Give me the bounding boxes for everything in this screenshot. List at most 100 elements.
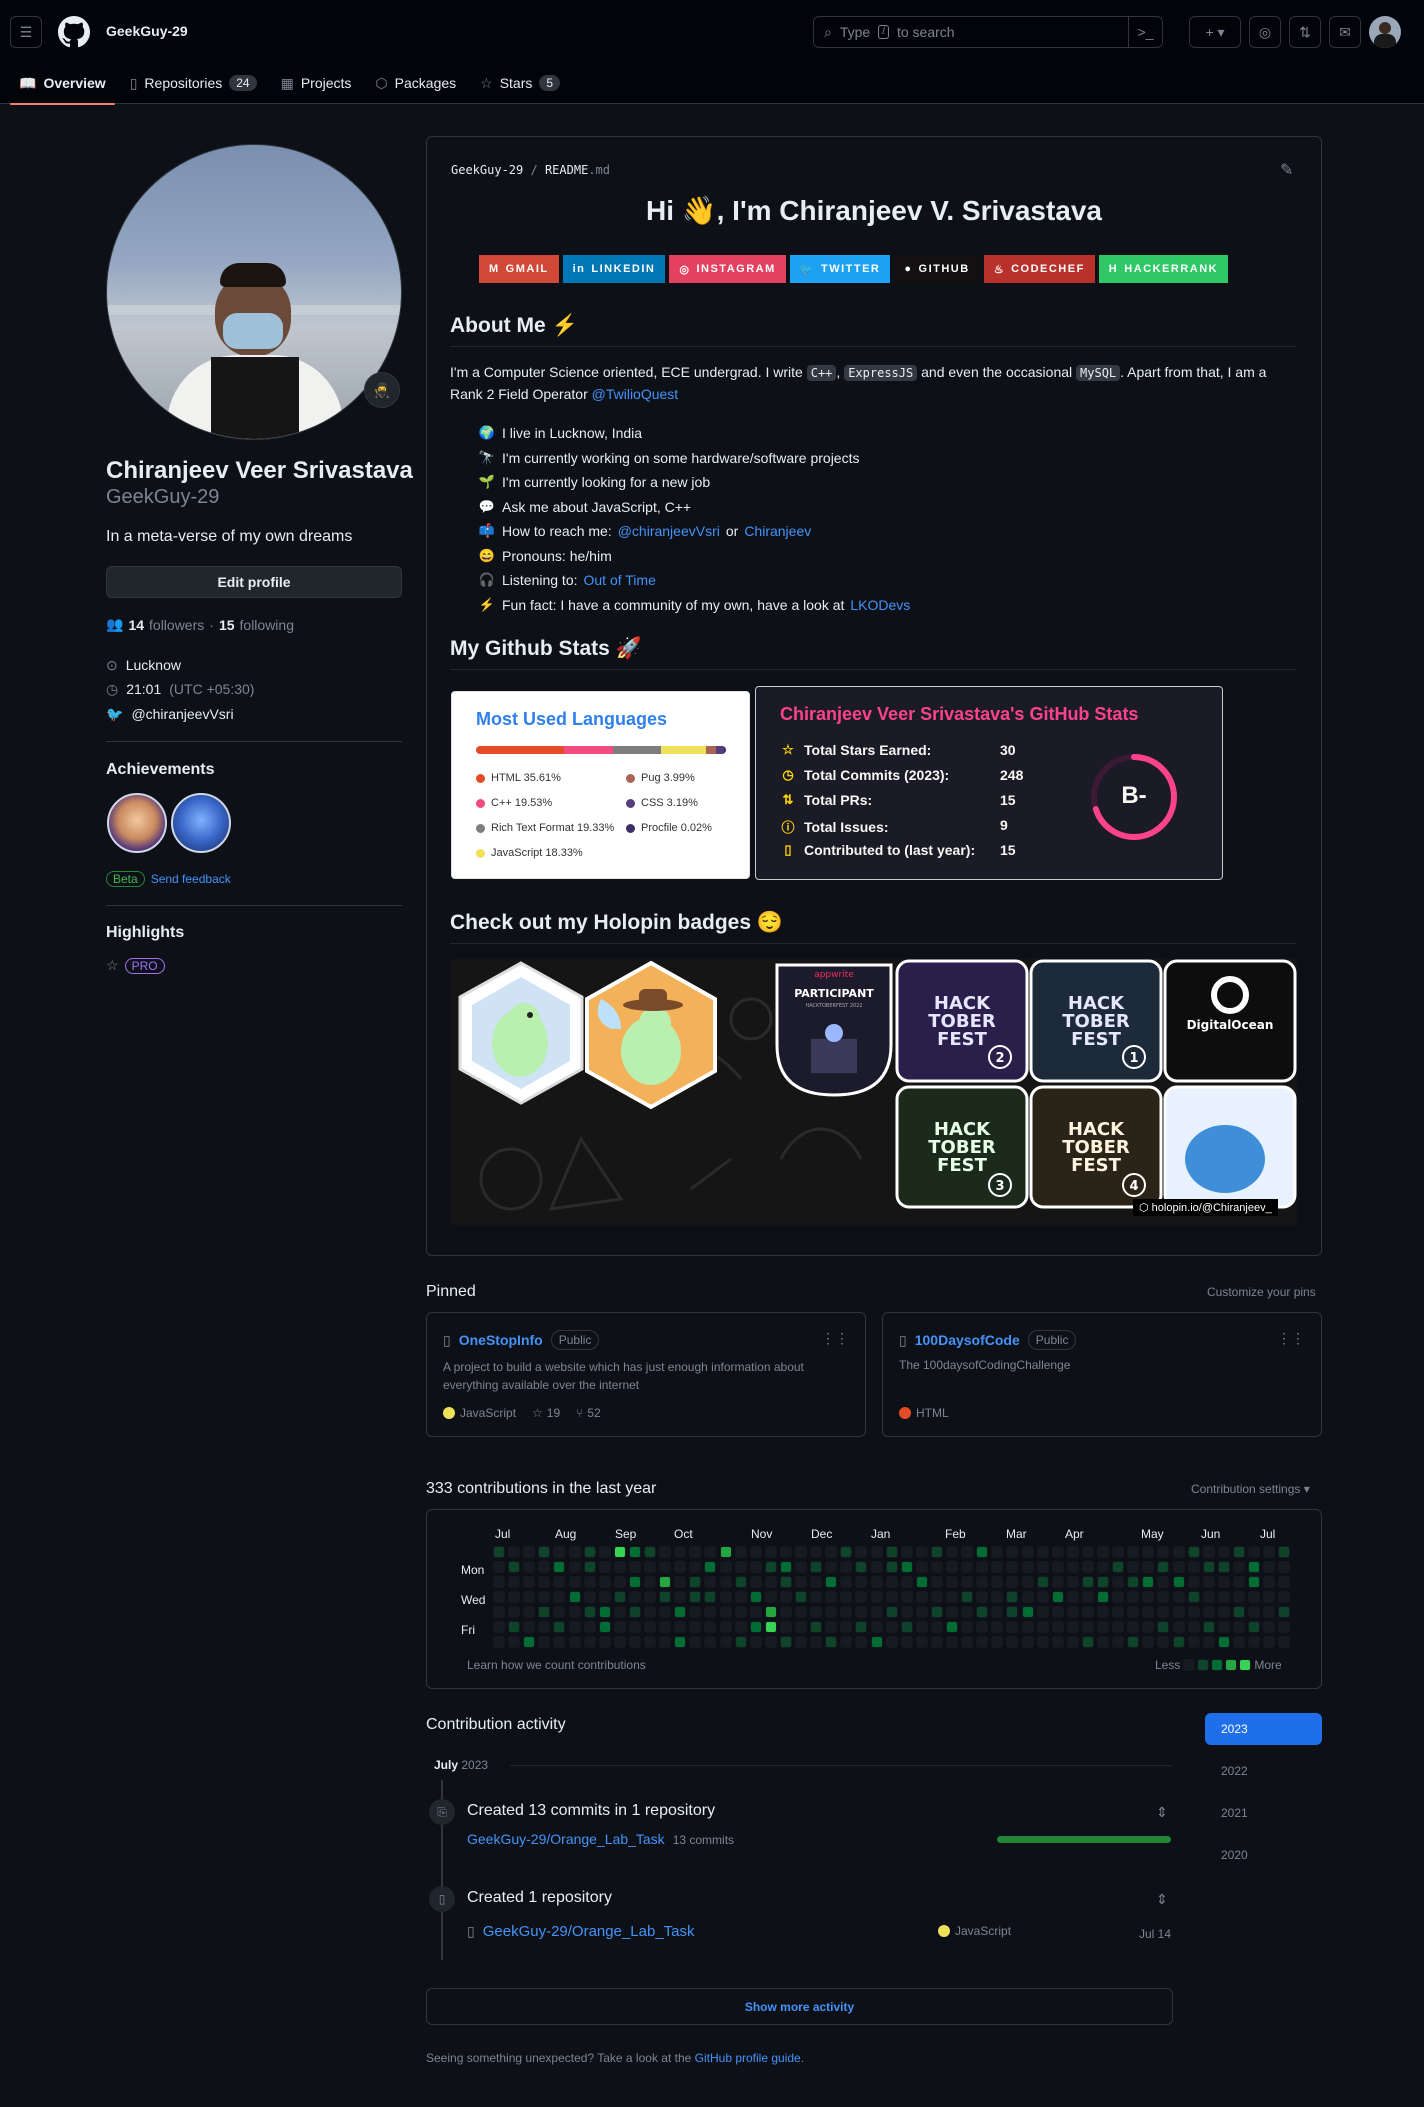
contribution-day-cell[interactable] — [508, 1636, 521, 1648]
contribution-day-cell[interactable] — [1278, 1561, 1291, 1573]
contribution-day-cell[interactable] — [825, 1561, 838, 1573]
contribution-day-cell[interactable] — [1021, 1621, 1034, 1633]
contribution-day-cell[interactable] — [493, 1576, 505, 1588]
codechef-badge[interactable]: ♨ CODECHEF — [983, 255, 1095, 283]
contribution-day-cell[interactable] — [1263, 1606, 1276, 1618]
contribution-day-cell[interactable] — [915, 1546, 928, 1558]
contribution-day-cell[interactable] — [1248, 1621, 1260, 1633]
pull-requests-icon[interactable]: ⇅ — [1289, 16, 1321, 48]
search-input[interactable]: ⌕ Type / to search >_ — [813, 16, 1163, 48]
most-used-languages-card[interactable]: Most Used Languages HTML 35.61% Pug 3.99… — [451, 691, 750, 879]
github-badge[interactable]: ● GITHUB — [894, 255, 980, 283]
contribution-day-cell[interactable] — [1081, 1576, 1094, 1588]
twitter-handle[interactable]: @chiranjeevVsri — [131, 706, 233, 723]
twilioquest-link[interactable]: @TwilioQuest — [592, 386, 679, 402]
year-button-2022[interactable]: 2022 — [1205, 1755, 1322, 1787]
collapse-icon[interactable]: ⇕ — [1156, 1804, 1168, 1821]
context-username[interactable]: GeekGuy-29 — [106, 23, 188, 39]
contribution-day-cell[interactable] — [840, 1606, 853, 1618]
contribution-day-cell[interactable] — [628, 1546, 641, 1558]
contribution-day-cell[interactable] — [779, 1636, 792, 1648]
instagram-badge[interactable]: ◎ INSTAGRAM — [669, 255, 786, 283]
contribution-day-cell[interactable] — [583, 1606, 596, 1618]
contribution-day-cell[interactable] — [764, 1606, 777, 1618]
contribution-day-cell[interactable] — [674, 1621, 687, 1633]
contribution-day-cell[interactable] — [1051, 1561, 1064, 1573]
contribution-day-cell[interactable] — [840, 1546, 853, 1558]
contribution-day-cell[interactable] — [1081, 1546, 1094, 1558]
contribution-day-cell[interactable] — [1112, 1621, 1125, 1633]
contribution-day-cell[interactable] — [855, 1636, 868, 1648]
contribution-day-cell[interactable] — [1066, 1621, 1079, 1633]
contribution-day-cell[interactable] — [1172, 1621, 1185, 1633]
contribution-day-cell[interactable] — [659, 1636, 672, 1648]
contribution-day-cell[interactable] — [915, 1561, 928, 1573]
contribution-day-cell[interactable] — [779, 1606, 792, 1618]
contribution-day-cell[interactable] — [1263, 1636, 1276, 1648]
contribution-day-cell[interactable] — [1248, 1591, 1260, 1603]
contribution-day-cell[interactable] — [508, 1561, 521, 1573]
contribution-day-cell[interactable] — [1248, 1561, 1260, 1573]
contribution-day-cell[interactable] — [885, 1561, 898, 1573]
contribution-day-cell[interactable] — [946, 1606, 958, 1618]
contribution-day-cell[interactable] — [1217, 1606, 1230, 1618]
followers-count[interactable]: 14 — [128, 617, 144, 633]
contribution-day-cell[interactable] — [689, 1561, 702, 1573]
contribution-day-cell[interactable] — [840, 1591, 853, 1603]
contribution-day-cell[interactable] — [1051, 1636, 1064, 1648]
contribution-day-cell[interactable] — [810, 1576, 823, 1588]
contribution-day-cell[interactable] — [749, 1591, 762, 1603]
commits-summary[interactable]: Created 13 commits in 1 repository — [467, 1802, 715, 1820]
contribution-day-cell[interactable] — [719, 1591, 732, 1603]
contribution-day-cell[interactable] — [1172, 1591, 1185, 1603]
contribution-day-cell[interactable] — [976, 1576, 989, 1588]
contribution-day-cell[interactable] — [493, 1561, 505, 1573]
contribution-day-cell[interactable] — [1157, 1606, 1170, 1618]
contribution-day-cell[interactable] — [1142, 1636, 1155, 1648]
contribution-day-cell[interactable] — [885, 1576, 898, 1588]
contribution-day-cell[interactable] — [1263, 1561, 1276, 1573]
contribution-day-cell[interactable] — [674, 1606, 687, 1618]
contribution-day-cell[interactable] — [659, 1576, 672, 1588]
dino-badge-cowboy[interactable] — [581, 959, 721, 1111]
contribution-day-cell[interactable] — [1278, 1576, 1291, 1588]
contribution-day-cell[interactable] — [900, 1561, 913, 1573]
contribution-day-cell[interactable] — [538, 1561, 551, 1573]
contribution-day-cell[interactable] — [644, 1576, 656, 1588]
contribution-day-cell[interactable] — [1021, 1591, 1034, 1603]
contribution-day-cell[interactable] — [583, 1636, 596, 1648]
contribution-day-cell[interactable] — [1202, 1636, 1215, 1648]
contribution-day-cell[interactable] — [1021, 1546, 1034, 1558]
contribution-day-cell[interactable] — [1127, 1636, 1140, 1648]
contribution-day-cell[interactable] — [538, 1546, 551, 1558]
contribution-day-cell[interactable] — [523, 1636, 536, 1648]
contribution-day-cell[interactable] — [689, 1591, 702, 1603]
contribution-day-cell[interactable] — [583, 1561, 596, 1573]
contribution-day-cell[interactable] — [674, 1576, 687, 1588]
followers-label[interactable]: followers — [149, 617, 204, 633]
contribution-day-cell[interactable] — [1006, 1576, 1019, 1588]
contribution-day-cell[interactable] — [840, 1621, 853, 1633]
edit-profile-button[interactable]: Edit profile — [106, 566, 402, 598]
contribution-day-cell[interactable] — [900, 1591, 913, 1603]
contribution-day-cell[interactable] — [961, 1636, 974, 1648]
contribution-day-cell[interactable] — [1157, 1561, 1170, 1573]
contribution-day-cell[interactable] — [810, 1546, 823, 1558]
achievement-badge-yolo[interactable] — [107, 793, 167, 853]
contribution-day-cell[interactable] — [1006, 1606, 1019, 1618]
contribution-day-cell[interactable] — [1006, 1621, 1019, 1633]
contribution-day-cell[interactable] — [946, 1621, 958, 1633]
contribution-day-cell[interactable] — [1066, 1546, 1079, 1558]
contribution-day-cell[interactable] — [764, 1636, 777, 1648]
contribution-day-cell[interactable] — [855, 1621, 868, 1633]
contribution-day-cell[interactable] — [885, 1546, 898, 1558]
contribution-day-cell[interactable] — [1202, 1591, 1215, 1603]
contribution-day-cell[interactable] — [1021, 1606, 1034, 1618]
contribution-day-cell[interactable] — [870, 1546, 883, 1558]
contribution-day-cell[interactable] — [628, 1561, 641, 1573]
contribution-day-cell[interactable] — [689, 1606, 702, 1618]
contribution-day-cell[interactable] — [598, 1546, 611, 1558]
contribution-day-cell[interactable] — [810, 1561, 823, 1573]
contribution-day-cell[interactable] — [1157, 1636, 1170, 1648]
contribution-day-cell[interactable] — [1081, 1591, 1094, 1603]
